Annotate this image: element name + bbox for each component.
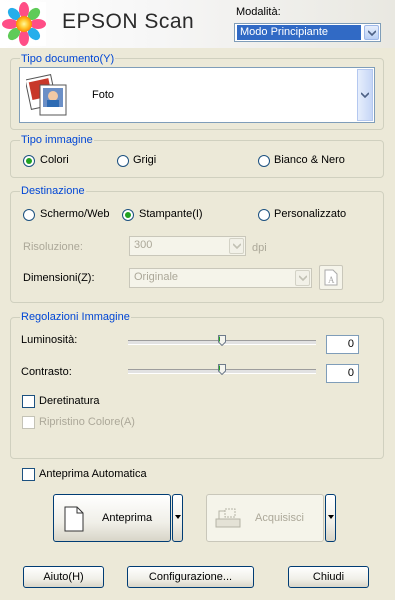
descreening-label[interactable]: Deretinatura — [39, 395, 100, 407]
auto-preview-checkbox[interactable] — [22, 468, 35, 481]
brightness-label: Luminosità: — [21, 334, 78, 346]
radio-screen-web-label[interactable]: Schermo/Web — [40, 208, 110, 220]
resolution-select[interactable]: 300 — [129, 236, 246, 256]
brightness-slider-thumb[interactable] — [218, 335, 226, 346]
radio-custom-label[interactable]: Personalizzato — [274, 208, 346, 220]
chevron-down-icon[interactable] — [364, 25, 379, 40]
adjustments-title: Regolazioni Immagine — [20, 311, 131, 323]
radio-gray[interactable] — [117, 155, 129, 167]
chevron-down-icon[interactable] — [229, 238, 244, 254]
radio-custom[interactable] — [258, 209, 270, 221]
radio-color[interactable] — [23, 155, 35, 167]
preview-options-button[interactable] — [172, 494, 183, 542]
document-type-title: Tipo documento(Y) — [20, 53, 116, 65]
photo-icon — [26, 74, 67, 116]
destination-title: Destinazione — [20, 185, 86, 197]
brightness-input[interactable]: 0 — [326, 335, 359, 354]
size-value: Originale — [134, 271, 179, 283]
mode-select[interactable]: Modo Principiante — [234, 23, 381, 42]
close-button[interactable]: Chiudi — [288, 566, 369, 588]
scan-options-button[interactable] — [325, 494, 336, 542]
configuration-button[interactable]: Configurazione... — [127, 566, 254, 588]
size-select[interactable]: Originale — [129, 268, 312, 288]
caret-down-icon — [328, 515, 334, 519]
radio-gray-label[interactable]: Grigi — [133, 154, 156, 166]
preview-button[interactable]: Anteprima — [53, 494, 171, 542]
resolution-unit: dpi — [252, 242, 267, 254]
caret-down-icon — [175, 515, 181, 519]
size-label: Dimensioni(Z): — [23, 272, 95, 284]
page-size-icon: A — [324, 269, 338, 286]
scan-button-label: Acquisisci — [255, 512, 304, 524]
contrast-input[interactable]: 0 — [326, 364, 359, 383]
document-type-select[interactable]: Foto — [19, 67, 375, 123]
mode-select-value: Modo Principiante — [237, 25, 361, 40]
chevron-down-icon[interactable] — [357, 69, 373, 121]
color-restoration-checkbox[interactable] — [22, 416, 35, 429]
descreening-checkbox[interactable] — [22, 395, 35, 408]
radio-color-label[interactable]: Colori — [40, 154, 69, 166]
resolution-value: 300 — [134, 239, 153, 251]
preview-button-label: Anteprima — [102, 512, 153, 524]
resolution-label: Risoluzione: — [23, 241, 83, 253]
app-title: EPSON Scan — [62, 10, 195, 33]
contrast-slider-thumb[interactable] — [218, 364, 226, 375]
radio-bw-label[interactable]: Bianco & Nero — [274, 154, 345, 166]
chevron-down-icon[interactable] — [295, 270, 310, 286]
contrast-label: Contrasto: — [21, 366, 72, 378]
scan-button[interactable]: Acquisisci — [206, 494, 324, 542]
radio-printer[interactable] — [122, 209, 134, 221]
color-restoration-label[interactable]: Ripristino Colore(A) — [39, 416, 135, 428]
radio-bw[interactable] — [258, 155, 270, 167]
radio-screen-web[interactable] — [23, 209, 35, 221]
svg-text:A: A — [328, 275, 335, 285]
help-button[interactable]: Aiuto(H) — [23, 566, 104, 588]
mode-label: Modalità: — [236, 6, 281, 18]
epson-logo-icon — [2, 2, 46, 46]
scan-icon — [215, 508, 241, 528]
auto-preview-label[interactable]: Anteprima Automatica — [39, 468, 147, 480]
size-settings-button[interactable]: A — [319, 265, 343, 290]
page-icon — [64, 506, 84, 532]
image-type-title: Tipo immagine — [20, 134, 94, 146]
document-type-value: Foto — [92, 89, 115, 101]
radio-printer-label[interactable]: Stampante(I) — [139, 208, 203, 220]
